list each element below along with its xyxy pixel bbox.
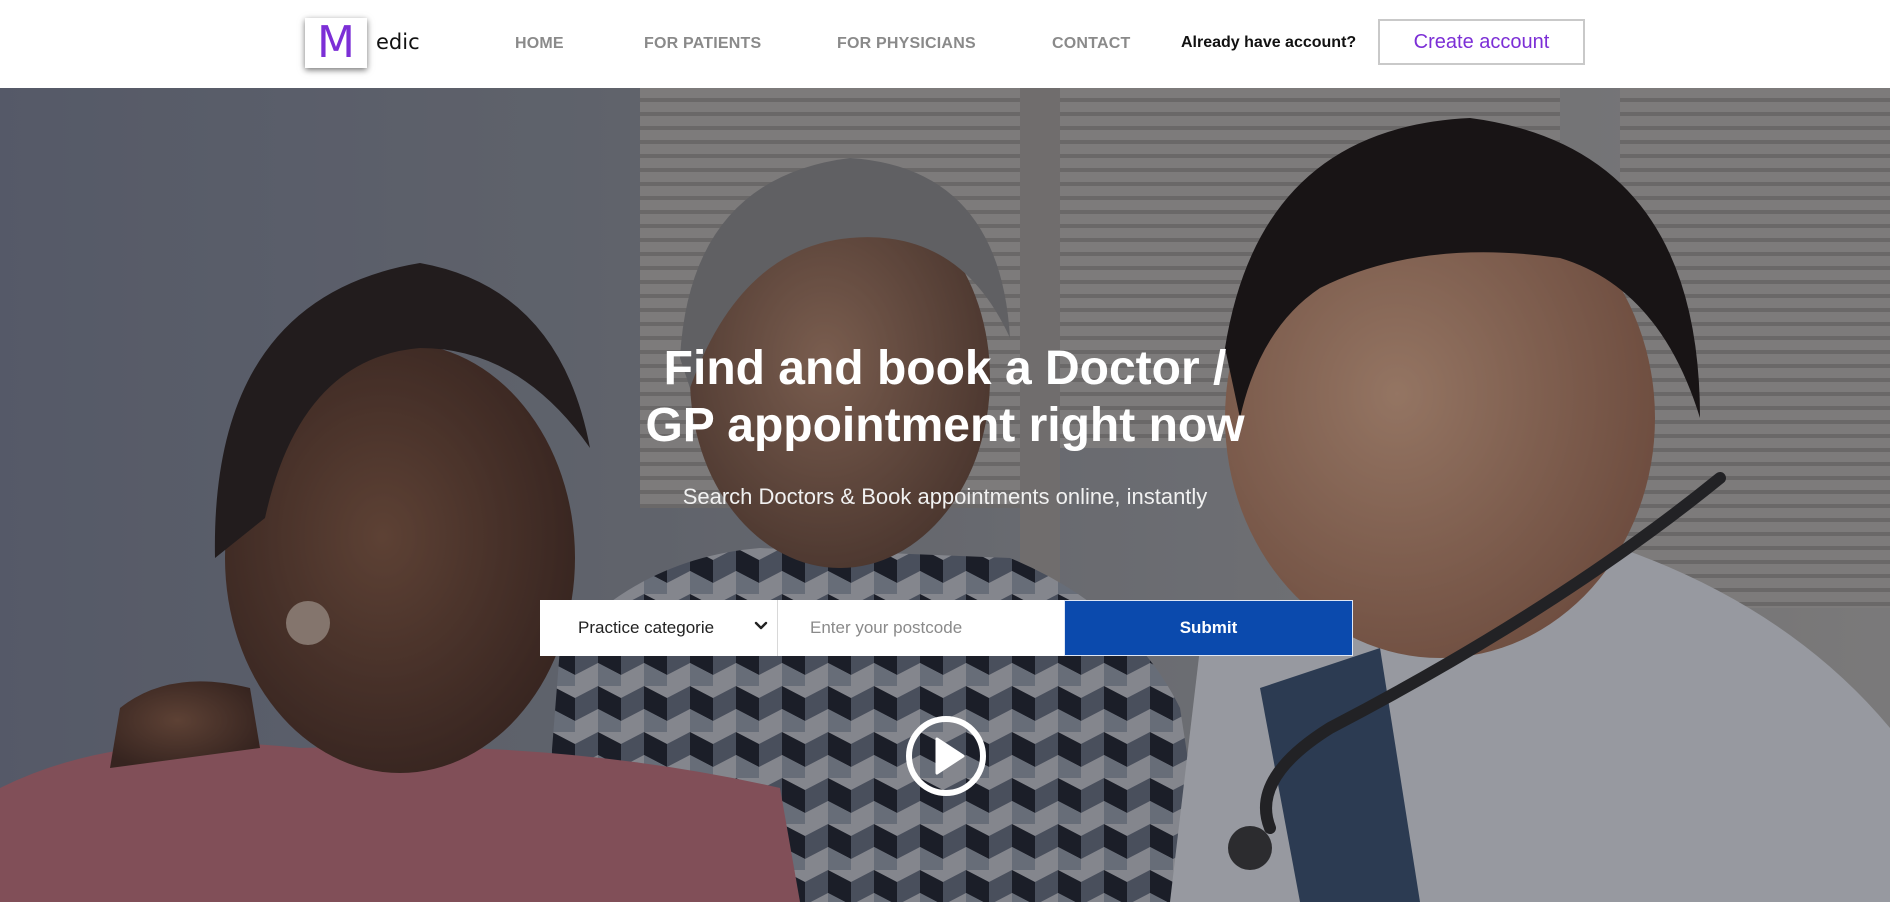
nav-for-patients[interactable]: FOR PATIENTS: [644, 35, 761, 53]
submit-button[interactable]: Submit: [1064, 600, 1353, 656]
logo-text[interactable]: edic: [376, 30, 420, 54]
top-navbar: M edic HOME FOR PATIENTS FOR PHYSICIANS …: [0, 0, 1890, 88]
already-have-account-link[interactable]: Already have account?: [1181, 34, 1356, 52]
play-circle-icon[interactable]: [905, 715, 987, 797]
practice-category-value: Practice categorie: [578, 618, 715, 637]
nav-contact[interactable]: CONTACT: [1052, 35, 1130, 53]
practice-category-select[interactable]: Practice categorie: [540, 600, 778, 656]
chevron-down-icon: [754, 621, 768, 630]
hero-subheadline: Search Doctors & Book appointments onlin…: [682, 484, 1208, 509]
create-account-button[interactable]: Create account: [1378, 19, 1585, 65]
hero-headline: Find and book a Doctor / GP appointment …: [0, 340, 1890, 454]
hero-headline-line-2: GP appointment right now: [645, 399, 1245, 452]
postcode-input[interactable]: [778, 600, 1064, 656]
hero-headline-line-1: Find and book a Doctor /: [663, 342, 1227, 395]
logo-mark[interactable]: M: [305, 18, 367, 68]
nav-home[interactable]: HOME: [515, 35, 564, 53]
doctor-search-bar: Practice categorie Submit: [540, 600, 1353, 656]
nav-for-physicians[interactable]: FOR PHYSICIANS: [837, 35, 976, 53]
hero-section: Find and book a Doctor / GP appointment …: [0, 88, 1890, 902]
